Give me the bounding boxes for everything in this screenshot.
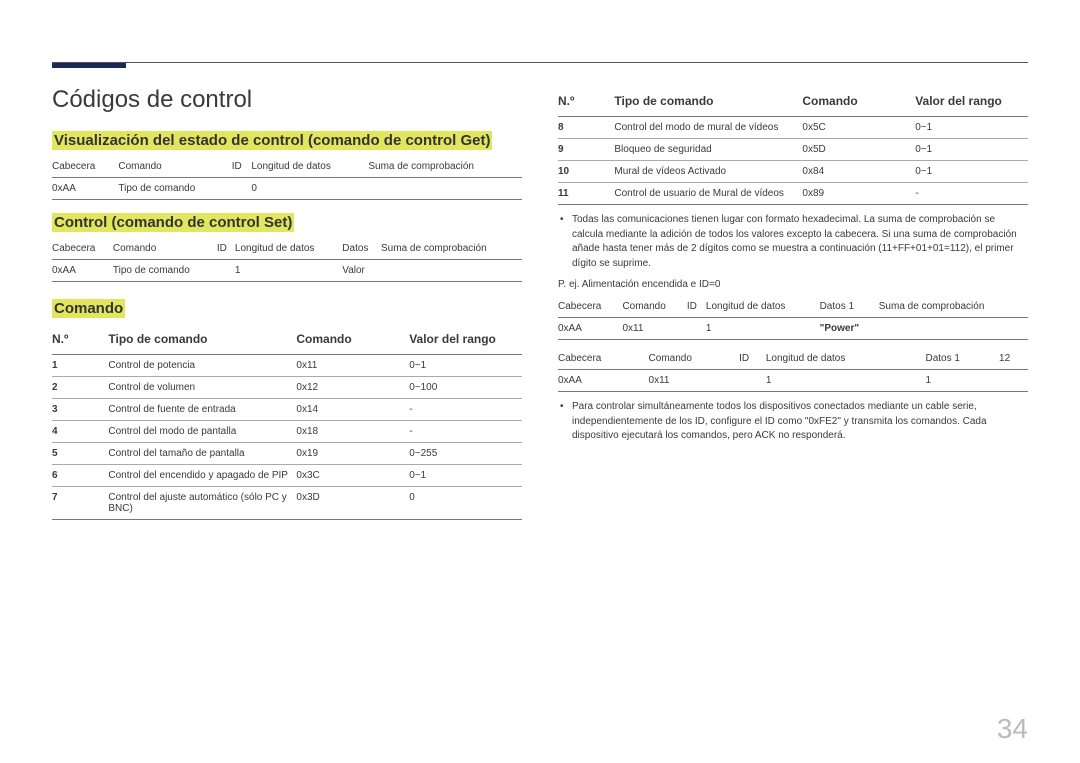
table-row: 0xAA 0x11 1 "Power" <box>558 318 1028 340</box>
table-header-row: Cabecera Comando ID Longitud de datos Da… <box>558 296 1028 318</box>
table-row: 7Control del ajuste automático (sólo PC … <box>52 487 522 520</box>
table-header-row: N.º Tipo de comando Comando Valor del ra… <box>558 86 1028 117</box>
col-comando: Comando <box>296 324 409 355</box>
table-row: 2Control de volumen0x120~100 <box>52 377 522 399</box>
table-row: 3Control de fuente de entrada0x14- <box>52 399 522 421</box>
right-column: N.º Tipo de comando Comando Valor del ra… <box>558 86 1028 528</box>
content-columns: Códigos de control Visualización del est… <box>52 86 1028 528</box>
note-item: Todas las comunicaciones tienen lugar co… <box>558 213 1028 271</box>
table-row: 0xAA 0x11 1 1 <box>558 370 1028 392</box>
col-header: ID <box>232 156 252 178</box>
col-header: Datos <box>342 238 381 260</box>
col-header: Comando <box>118 156 231 178</box>
table-header-row: N.º Tipo de comando Comando Valor del ra… <box>52 324 522 355</box>
section-set-heading: Control (comando de control Set) <box>52 213 294 232</box>
document-page: Códigos de control Visualización del est… <box>0 0 1080 763</box>
left-column: Códigos de control Visualización del est… <box>52 86 522 528</box>
example-label: P. ej. Alimentación encendida e ID=0 <box>558 279 1028 290</box>
col-tipo: Tipo de comando <box>108 324 296 355</box>
get-table: Cabecera Comando ID Longitud de datos Su… <box>52 156 522 200</box>
col-rango: Valor del rango <box>409 324 522 355</box>
table-row: 0xAA Tipo de comando 1 Valor <box>52 260 522 282</box>
note-item: Para controlar simultáneamente todos los… <box>558 400 1028 444</box>
section-comando-heading: Comando <box>52 299 125 318</box>
table-row: 6Control del encendido y apagado de PIP0… <box>52 465 522 487</box>
table-row: 11Control de usuario de Mural de vídeos0… <box>558 183 1028 205</box>
header-rule <box>52 62 1028 63</box>
col-header: ID <box>217 238 235 260</box>
notes-list-1: Todas las comunicaciones tienen lugar co… <box>558 213 1028 271</box>
table-row: 1Control de potencia0x110~1 <box>52 355 522 377</box>
col-header: Suma de comprobación <box>381 238 522 260</box>
section-get-heading: Visualización del estado de control (com… <box>52 131 492 150</box>
table-header-row: Cabecera Comando ID Longitud de datos Su… <box>52 156 522 178</box>
col-header: Suma de comprobación <box>368 156 522 178</box>
page-title: Códigos de control <box>52 86 522 114</box>
col-no: N.º <box>52 324 108 355</box>
col-header: Cabecera <box>52 156 118 178</box>
notes-list-2: Para controlar simultáneamente todos los… <box>558 400 1028 444</box>
example-table-a: Cabecera Comando ID Longitud de datos Da… <box>558 296 1028 340</box>
page-number: 34 <box>997 713 1028 745</box>
table-header-row: Cabecera Comando ID Longitud de datos Da… <box>558 348 1028 370</box>
col-no: N.º <box>558 86 614 117</box>
table-row: 9Bloqueo de seguridad0x5D0~1 <box>558 139 1028 161</box>
table-row: 8Control del modo de mural de vídeos0x5C… <box>558 117 1028 139</box>
set-table: Cabecera Comando ID Longitud de datos Da… <box>52 238 522 282</box>
col-header: Longitud de datos <box>251 156 368 178</box>
comando-table-right: N.º Tipo de comando Comando Valor del ra… <box>558 86 1028 205</box>
table-row: 10Mural de vídeos Activado0x840~1 <box>558 161 1028 183</box>
table-row: 4Control del modo de pantalla0x18- <box>52 421 522 443</box>
table-header-row: Cabecera Comando ID Longitud de datos Da… <box>52 238 522 260</box>
col-tipo: Tipo de comando <box>614 86 802 117</box>
col-header: Cabecera <box>52 238 113 260</box>
table-row: 0xAA Tipo de comando 0 <box>52 178 522 200</box>
table-row: 5Control del tamaño de pantalla0x190~255 <box>52 443 522 465</box>
comando-table-left: N.º Tipo de comando Comando Valor del ra… <box>52 324 522 520</box>
example-table-b: Cabecera Comando ID Longitud de datos Da… <box>558 348 1028 392</box>
col-rango: Valor del rango <box>915 86 1028 117</box>
col-comando: Comando <box>802 86 915 117</box>
col-header: Longitud de datos <box>235 238 342 260</box>
col-header: Comando <box>113 238 217 260</box>
